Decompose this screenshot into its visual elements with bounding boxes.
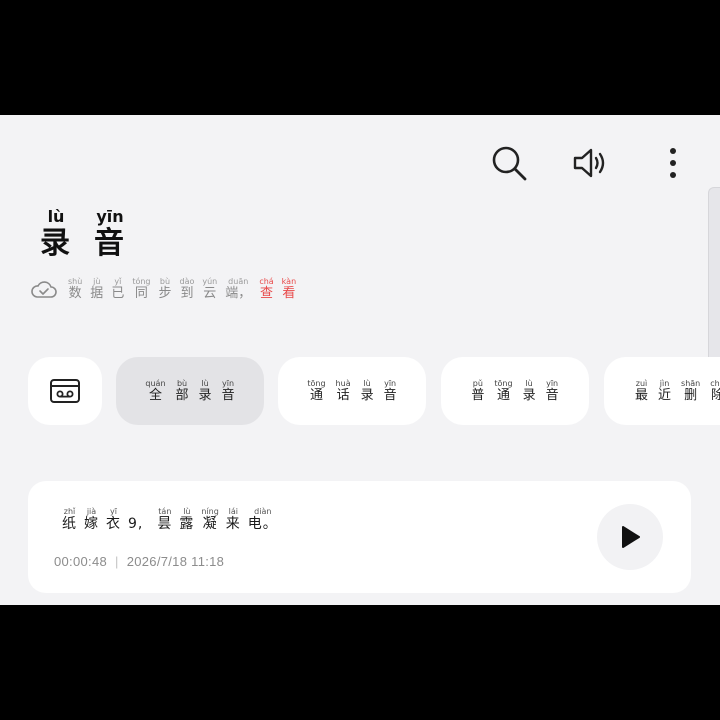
recording-title: 纸zhǐ嫁jià衣yī9, 昙tán露lù凝níng来lái电。diàn [62,507,278,532]
meta-separator: | [115,554,119,569]
page-title: 录lù音yīn [40,207,126,261]
recording-duration: 00:00:48 [54,554,108,569]
sync-text: 数shù据jù已yǐ同tóng步bù到dào云yún端，duān [68,277,252,301]
speaker-icon [573,148,605,178]
recorder-screen: 录lù音yīn 数shù据jù已yǐ同tóng步bù到dào云yún端，duān… [0,115,720,605]
scrollbar[interactable] [708,187,720,377]
cloud-sync-status: 数shù据jù已yǐ同tóng步bù到dào云yún端，duān 查chá看kà… [30,277,304,301]
search-button[interactable] [481,135,537,191]
search-icon [492,146,527,181]
filter-chip-call-recordings[interactable]: 通tōng 话huà 录lù 音yīn [278,357,426,425]
recording-meta: 00:00:48 | 2026/7/18 11:18 [54,554,224,569]
view-cloud-link[interactable]: 查chá看kàn [259,277,304,301]
recording-list-item[interactable]: 纸zhǐ嫁jià衣yī9, 昙tán露lù凝níng来lái电。diàn 00:0… [28,481,691,593]
more-options-button[interactable] [645,135,701,191]
play-button[interactable] [597,504,663,570]
filter-chip-recordings-folder[interactable] [28,357,102,425]
filter-chip-normal-recordings[interactable]: 普pǔ 通tōng 录lù 音yīn [441,357,589,425]
filter-chip-all-recordings[interactable]: 全quán 部bù 录lù 音yīn [116,357,264,425]
filter-chips: 全quán 部bù 录lù 音yīn 通tōng 话huà 录lù 音yīn 普pǔ 通tōn… [28,357,720,425]
cloud-check-icon [30,278,58,300]
speaker-button[interactable] [562,135,618,191]
play-icon [622,526,640,548]
more-vertical-icon [670,148,676,178]
recording-timestamp: 2026/7/18 11:18 [126,554,225,569]
filter-chip-recently-deleted[interactable]: 最zuì近jìn删shān除chú [604,357,720,425]
cassette-tape-icon [50,379,80,403]
